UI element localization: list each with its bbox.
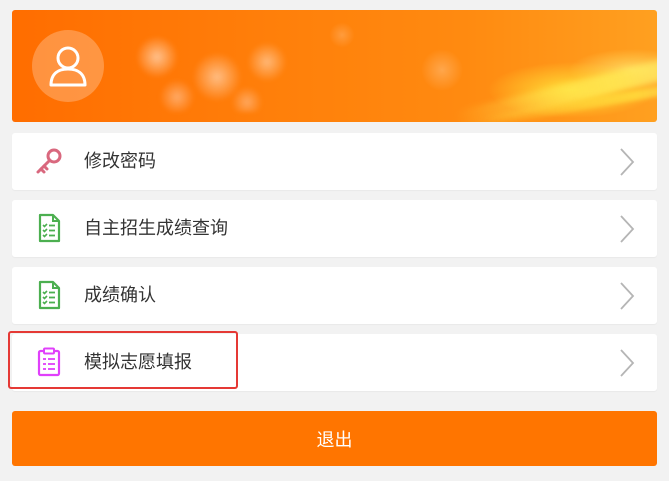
document-list-icon (38, 213, 61, 243)
clipboard-icon (37, 347, 61, 377)
menu-item-self-enrollment-score-query[interactable]: 自主招生成绩查询 (12, 200, 657, 257)
chevron-right-icon (620, 148, 635, 176)
logout-button[interactable]: 退出 (12, 411, 657, 466)
menu-item-label: 模拟志愿填报 (84, 352, 192, 373)
chevron-right-icon (620, 349, 635, 377)
menu-item-mock-application-filling[interactable]: 模拟志愿填报 (12, 334, 657, 391)
user-icon (49, 46, 87, 87)
avatar[interactable] (32, 30, 104, 102)
key-icon (36, 148, 62, 174)
chevron-right-icon (620, 282, 635, 310)
menu-item-label: 成绩确认 (84, 285, 156, 306)
logout-label: 退出 (316, 429, 353, 451)
menu-item-change-password[interactable]: 修改密码 (12, 133, 657, 190)
document-list-icon (38, 280, 61, 310)
menu-item-label: 修改密码 (84, 151, 156, 172)
chevron-right-icon (620, 215, 635, 243)
menu-item-score-confirmation[interactable]: 成绩确认 (12, 267, 657, 324)
username-redacted (117, 32, 297, 112)
menu-item-label: 自主招生成绩查询 (84, 218, 228, 239)
profile-banner (12, 10, 657, 122)
